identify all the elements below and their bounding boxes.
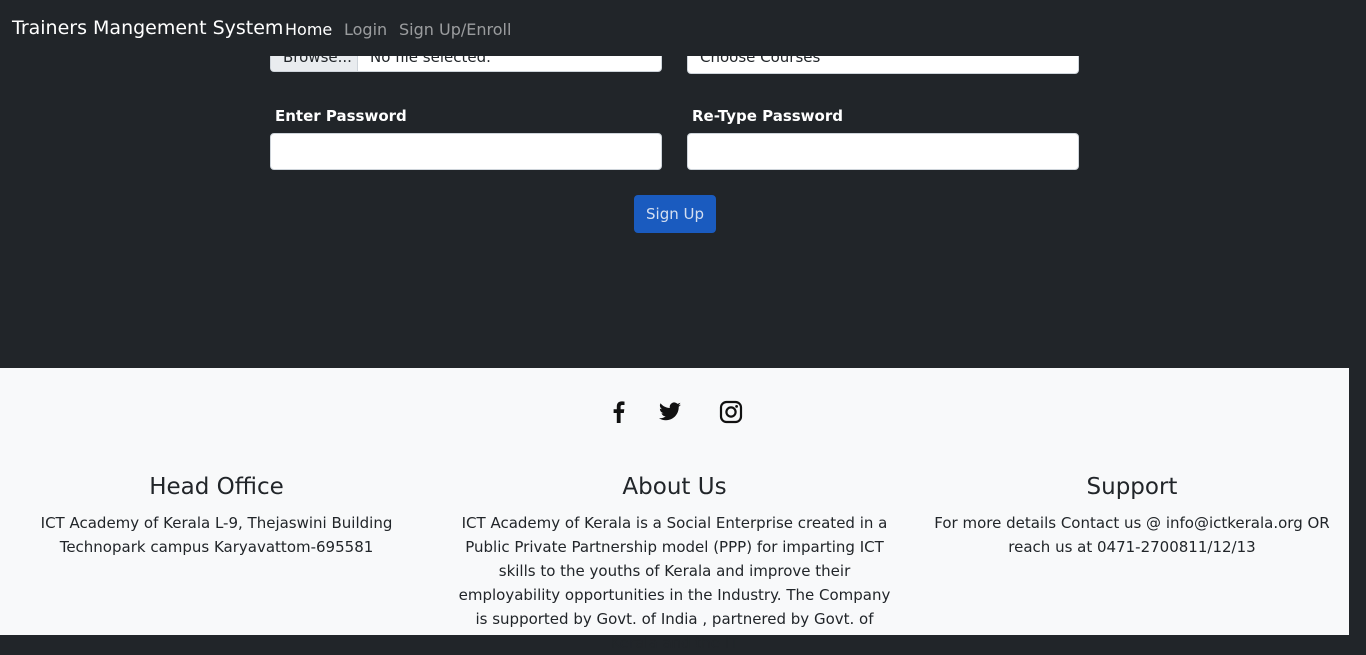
password-field[interactable] [270,133,662,170]
about-us-text: ICT Academy of Kerala is a Social Enterp… [458,514,891,652]
sign-up-button[interactable]: Sign Up [634,195,716,233]
head-office-text: ICT Academy of Kerala L-9, Thejaswini Bu… [40,514,393,556]
retype-password-field[interactable] [687,133,1079,170]
support-text: For more details Contact us @ info@ictke… [934,514,1330,556]
nav-sign-up-enroll[interactable]: Sign Up/Enroll [399,20,511,39]
navbar: Trainers Mangement System Home Login Sig… [0,0,1366,56]
password-label: Enter Password [275,107,407,125]
instagram-icon[interactable] [718,399,744,425]
facebook-icon[interactable] [606,399,632,425]
nav-home[interactable]: Home [285,20,332,39]
about-us-title: About Us [622,474,727,500]
brand-title[interactable]: Trainers Mangement System [12,17,283,39]
nav-login[interactable]: Login [344,20,387,39]
twitter-icon[interactable] [657,399,683,425]
retype-password-label: Re-Type Password [692,107,843,125]
head-office-title: Head Office [149,474,284,500]
support-title: Support [1086,474,1178,500]
